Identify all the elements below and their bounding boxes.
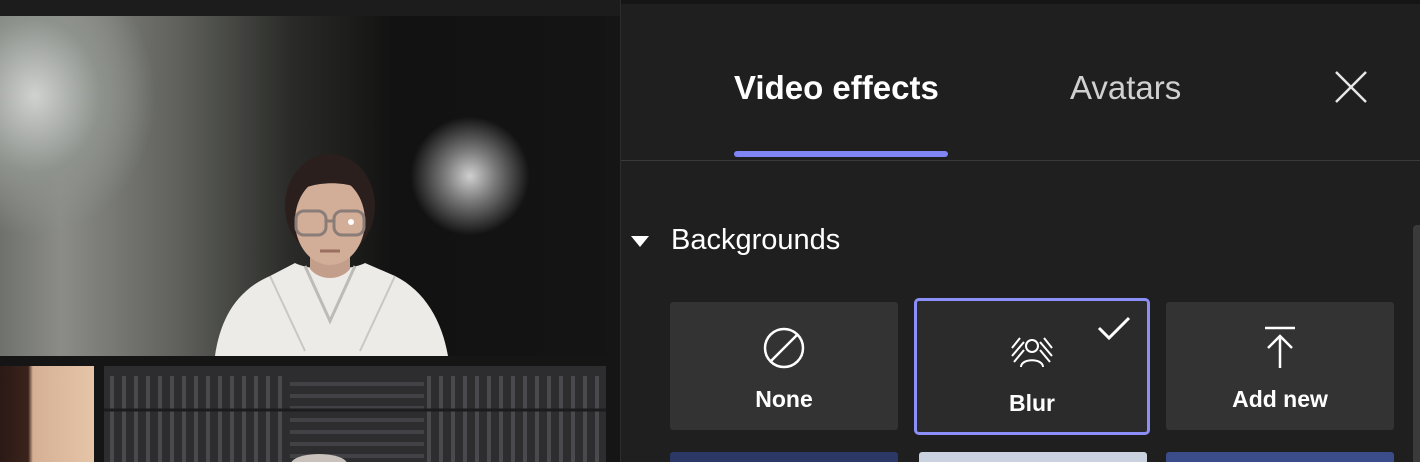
upload-icon [1263, 326, 1297, 370]
background-option-none[interactable]: None [670, 302, 898, 430]
tab-avatars[interactable]: Avatars [1070, 68, 1181, 108]
video-effects-panel: Video effects Avatars Backgrounds None B… [620, 0, 1420, 462]
top-strip [0, 0, 620, 16]
caret-down-icon [631, 235, 649, 247]
active-tab-indicator [734, 151, 948, 157]
panel-top-edge [621, 0, 1420, 4]
participant-tile [0, 366, 94, 462]
tab-video-effects[interactable]: Video effects [734, 68, 939, 108]
close-button[interactable] [1321, 62, 1381, 112]
none-icon [762, 326, 806, 370]
tabs-divider [621, 160, 1420, 161]
background-option-label: Blur [1009, 390, 1055, 416]
checkmark-icon [1097, 315, 1131, 346]
background-option-label: None [755, 386, 813, 412]
background-option-add-new[interactable]: Add new [1166, 302, 1394, 430]
background-thumbnail[interactable] [1166, 452, 1394, 462]
close-icon [1335, 71, 1367, 103]
background-option-label: Add new [1232, 386, 1328, 412]
participant-tile [104, 366, 606, 462]
video-area [0, 0, 620, 462]
background-thumbnail[interactable] [670, 452, 898, 462]
acoustic-foam-image [104, 366, 606, 462]
scrollbar[interactable] [1413, 225, 1420, 462]
participant-tiles [0, 366, 606, 462]
person-image [215, 154, 448, 356]
background-thumbnail[interactable] [919, 452, 1147, 462]
backgrounds-section-toggle[interactable]: Backgrounds [631, 220, 840, 260]
blur-icon [1010, 330, 1054, 374]
background-option-blur[interactable]: Blur [914, 298, 1150, 435]
self-video-preview [0, 16, 606, 356]
section-title: Backgrounds [671, 223, 841, 256]
